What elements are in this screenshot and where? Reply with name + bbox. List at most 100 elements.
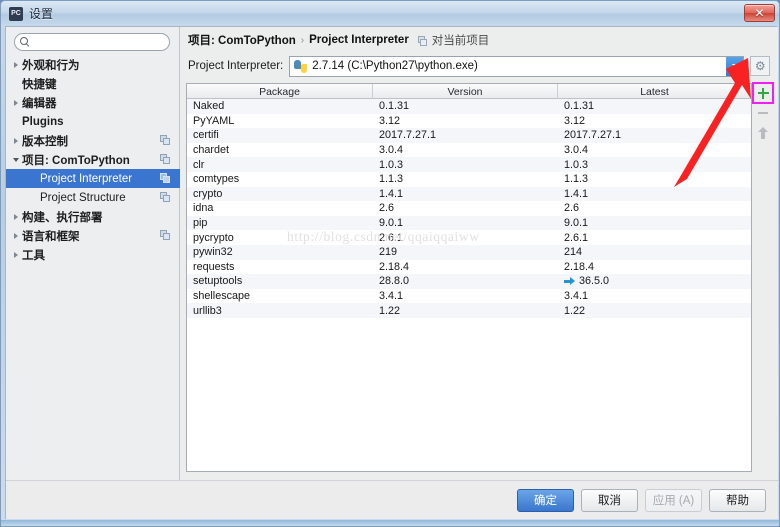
cell-latest-text: 36.5.0 bbox=[579, 275, 610, 288]
table-row[interactable]: shellescape 3.4.1 3.4.1 bbox=[187, 289, 751, 304]
table-row[interactable]: clr 1.0.3 1.0.3 bbox=[187, 157, 751, 172]
cell-package: crypto bbox=[193, 187, 223, 200]
column-header-package[interactable]: Package bbox=[187, 84, 373, 99]
settings-sidebar: 外观和行为 快捷键 编辑器 Plugins 版本控制 项目: ComToPython Pro… bbox=[6, 27, 180, 481]
breadcrumb-project[interactable]: 项目: ComToPython bbox=[188, 32, 296, 48]
cell-package: requests bbox=[193, 260, 235, 273]
table-row[interactable]: certifi 2017.7.27.1 2017.7.27.1 bbox=[187, 128, 751, 143]
copy-settings-icon[interactable] bbox=[160, 173, 170, 183]
footer-button-2: 应用 (A) bbox=[645, 488, 702, 512]
cell-package: chardet bbox=[193, 144, 230, 157]
sidebar-item-[interactable]: 快捷键 bbox=[6, 74, 180, 93]
dialog-body: 外观和行为 快捷键 编辑器 Plugins 版本控制 项目: ComToPython Pro… bbox=[5, 26, 778, 519]
chevron-right-icon[interactable] bbox=[10, 62, 22, 68]
column-header-version[interactable]: Version bbox=[373, 84, 558, 99]
close-icon[interactable]: ✕ bbox=[744, 4, 775, 22]
sidebar-item-label: 语言和框架 bbox=[22, 230, 80, 243]
table-row[interactable]: PyYAML 3.12 3.12 bbox=[187, 114, 751, 129]
copy-settings-icon[interactable] bbox=[160, 230, 170, 240]
sidebar-item-[interactable]: 构建、执行部署 bbox=[6, 207, 180, 226]
search-icon bbox=[20, 37, 30, 47]
table-row[interactable]: pip 9.0.1 9.0.1 bbox=[187, 215, 751, 231]
sidebar-item-project-interpreter[interactable]: Project Interpreter bbox=[6, 169, 180, 188]
table-row[interactable]: requests 2.18.4 2.18.4 bbox=[187, 260, 751, 275]
footer-button-0[interactable]: 确定 bbox=[517, 488, 574, 512]
remove-package-button[interactable] bbox=[753, 103, 773, 123]
interpreter-dropdown[interactable]: 2.7.14 (C:\Python27\python.exe) bbox=[289, 55, 745, 77]
cell-latest-text: 2.18.4 bbox=[564, 260, 595, 273]
table-row[interactable]: chardet 3.0.4 3.0.4 bbox=[187, 143, 751, 158]
cell-latest: 9.0.1 bbox=[558, 217, 751, 229]
cell-latest: 214 bbox=[558, 246, 751, 258]
interpreter-value: 2.7.14 (C:\Python27\python.exe) bbox=[312, 60, 478, 72]
cell-version: 2.18.4 bbox=[379, 260, 410, 273]
sidebar-item-label: Project Structure bbox=[40, 191, 126, 204]
cell-latest: 1.4.1 bbox=[558, 188, 751, 200]
cell-latest-text: 2.6 bbox=[564, 202, 580, 215]
cell-version: 28.8.0 bbox=[379, 275, 410, 288]
cell-latest-text: 3.12 bbox=[564, 114, 586, 127]
upgrade-package-button[interactable] bbox=[753, 123, 773, 143]
chevron-down-icon[interactable] bbox=[726, 56, 744, 76]
sidebar-item-label: Project Interpreter bbox=[40, 172, 133, 185]
window-bottom-edge bbox=[1, 520, 779, 526]
gear-icon[interactable]: ⚙ bbox=[750, 56, 771, 76]
sidebar-item-[interactable]: 工具 bbox=[6, 245, 180, 264]
table-row[interactable]: pycrypto 2.6.1 2.6.1 bbox=[187, 230, 751, 245]
chevron-right-icon[interactable] bbox=[10, 100, 22, 106]
cell-latest-text: 1.4.1 bbox=[564, 187, 589, 200]
sidebar-item-[interactable]: 版本控制 bbox=[6, 131, 180, 150]
sidebar-item-label: 工具 bbox=[22, 249, 45, 262]
table-row[interactable]: setuptools 28.8.0 36.5.0 bbox=[187, 274, 751, 289]
sidebar-item-[interactable]: 语言和框架 bbox=[6, 226, 180, 245]
table-row[interactable]: comtypes 1.1.3 1.1.3 bbox=[187, 172, 751, 187]
cell-latest: 2017.7.27.1 bbox=[558, 129, 751, 141]
cell-version: 2.6.1 bbox=[379, 231, 404, 244]
chevron-right-icon[interactable] bbox=[10, 233, 22, 239]
chevron-right-icon[interactable] bbox=[10, 138, 22, 144]
search-box[interactable] bbox=[14, 33, 170, 51]
sidebar-item-[interactable]: 编辑器 bbox=[6, 93, 180, 112]
sidebar-item-project-structure[interactable]: Project Structure bbox=[6, 188, 180, 207]
sidebar-item-plugins[interactable]: Plugins bbox=[6, 112, 180, 131]
project-scope-icon bbox=[417, 36, 428, 46]
chevron-down-icon[interactable] bbox=[10, 158, 22, 162]
cell-version: 9.0.1 bbox=[379, 217, 404, 230]
cell-version: 2017.7.27.1 bbox=[379, 129, 437, 142]
sidebar-item-[interactable]: 外观和行为 bbox=[6, 55, 180, 74]
cell-version: 1.4.1 bbox=[379, 187, 404, 200]
cell-latest: 2.18.4 bbox=[558, 261, 751, 273]
cell-package: shellescape bbox=[193, 290, 251, 303]
copy-settings-icon[interactable] bbox=[160, 192, 170, 202]
table-row[interactable]: urllib3 1.22 1.22 bbox=[187, 303, 751, 318]
cell-latest-text: 9.0.1 bbox=[564, 217, 589, 230]
cell-latest: 3.4.1 bbox=[558, 290, 751, 302]
up-arrow-icon bbox=[757, 127, 769, 139]
sidebar-item-comtopython[interactable]: 项目: ComToPython bbox=[6, 150, 180, 169]
cell-latest-text: 3.0.4 bbox=[564, 144, 589, 157]
cell-latest-text: 1.1.3 bbox=[564, 173, 589, 186]
settings-window: PC 设置 ✕ 外观和行为 快捷键 编辑器 Plugins 版本控制 项目: ComToP… bbox=[0, 0, 780, 527]
cell-latest: 1.1.3 bbox=[558, 173, 751, 185]
cell-version: 3.0.4 bbox=[379, 144, 404, 157]
table-row[interactable]: Naked 0.1.31 0.1.31 bbox=[187, 99, 751, 114]
copy-settings-icon[interactable] bbox=[160, 135, 170, 145]
footer-button-3[interactable]: 帮助 bbox=[709, 488, 766, 512]
column-header-latest[interactable]: Latest bbox=[558, 84, 751, 99]
chevron-right-icon[interactable] bbox=[10, 252, 22, 258]
table-row[interactable]: crypto 1.4.1 1.4.1 bbox=[187, 186, 751, 202]
chevron-right-icon[interactable] bbox=[10, 214, 22, 220]
cell-package: PyYAML bbox=[193, 114, 235, 127]
dialog-footer: 确定 取消 应用 (A) 帮助 bbox=[6, 480, 778, 519]
table-row[interactable]: pywin32 219 214 bbox=[187, 244, 751, 260]
search-input[interactable] bbox=[33, 35, 163, 49]
cell-package: setuptools bbox=[193, 275, 243, 288]
add-package-button[interactable] bbox=[752, 82, 774, 104]
table-row[interactable]: idna 2.6 2.6 bbox=[187, 201, 751, 216]
copy-settings-icon[interactable] bbox=[160, 154, 170, 164]
footer-button-1[interactable]: 取消 bbox=[581, 488, 638, 512]
package-toolbar bbox=[752, 82, 774, 472]
breadcrumb-separator: › bbox=[300, 34, 305, 46]
cell-package: urllib3 bbox=[193, 304, 222, 317]
cell-package: clr bbox=[193, 158, 205, 171]
